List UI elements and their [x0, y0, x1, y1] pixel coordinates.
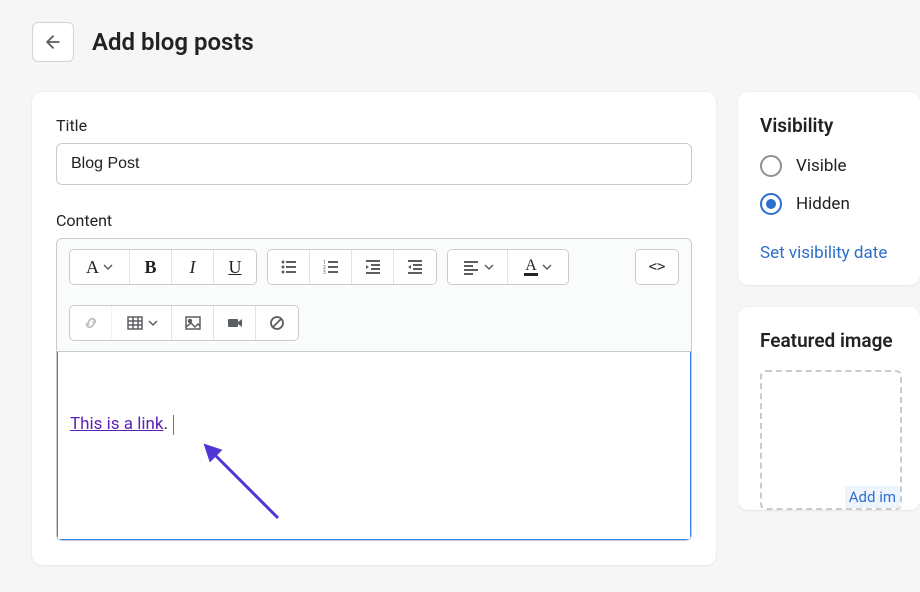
image-icon [184, 314, 202, 332]
outdent-button[interactable] [352, 250, 394, 284]
arrow-left-icon [43, 32, 63, 52]
title-input[interactable] [56, 143, 692, 185]
video-icon [226, 314, 244, 332]
visibility-title: Visibility [760, 114, 902, 137]
rich-text-editor: A B I U 123 [56, 238, 692, 541]
chevron-down-icon [148, 318, 158, 328]
content-text: . [164, 414, 168, 434]
clear-format-icon [268, 314, 286, 332]
italic-button[interactable]: I [172, 250, 214, 284]
text-cursor [173, 415, 174, 435]
featured-image-dropzone[interactable]: Add im [760, 370, 902, 510]
clear-formatting-button[interactable] [256, 306, 298, 340]
visibility-option-visible[interactable]: Visible [760, 155, 902, 177]
bullet-list-icon [280, 258, 298, 276]
text-color-dropdown[interactable]: A [508, 250, 568, 284]
editor-toolbar: A B I U 123 [57, 239, 691, 352]
chevron-down-icon [542, 262, 552, 272]
page-title: Add blog posts [92, 28, 254, 56]
indent-icon [406, 258, 424, 276]
main-card: Title Content A B I U [32, 92, 716, 565]
outdent-icon [364, 258, 382, 276]
link-icon [82, 314, 100, 332]
visibility-card: Visibility Visible Hidden Set visibility… [738, 92, 920, 285]
numbered-list-icon: 123 [322, 258, 340, 276]
content-link[interactable]: This is a link [70, 414, 164, 434]
code-icon: <> [649, 259, 666, 275]
indent-button[interactable] [394, 250, 436, 284]
bold-button[interactable]: B [130, 250, 172, 284]
svg-text:3: 3 [323, 270, 326, 276]
radio-label: Visible [796, 156, 847, 176]
video-button[interactable] [214, 306, 256, 340]
set-visibility-date-link[interactable]: Set visibility date [760, 243, 887, 263]
chevron-down-icon [103, 262, 113, 272]
chevron-down-icon [484, 262, 494, 272]
radio-label: Hidden [796, 194, 850, 214]
bullet-list-button[interactable] [268, 250, 310, 284]
numbered-list-button[interactable]: 123 [310, 250, 352, 284]
image-button[interactable] [172, 306, 214, 340]
paragraph-style-dropdown[interactable]: A [70, 250, 130, 284]
table-dropdown[interactable] [112, 306, 172, 340]
alignment-dropdown[interactable] [448, 250, 508, 284]
editor-content-area[interactable]: This is a link. [56, 351, 692, 541]
italic-icon: I [190, 257, 196, 278]
underline-button[interactable]: U [214, 250, 256, 284]
title-label: Title [56, 116, 692, 135]
annotation-arrow-icon [198, 438, 288, 528]
visibility-option-hidden[interactable]: Hidden [760, 193, 902, 215]
radio-checked-icon [760, 193, 782, 215]
radio-icon [760, 155, 782, 177]
add-image-button[interactable]: Add im [845, 486, 900, 508]
table-icon [126, 314, 144, 332]
page-header: Add blog posts [0, 0, 920, 76]
underline-icon: U [229, 257, 242, 278]
featured-image-title: Featured image [760, 329, 902, 352]
featured-image-card: Featured image Add im [738, 307, 920, 510]
content-label: Content [56, 211, 692, 230]
html-view-button[interactable]: <> [636, 250, 678, 284]
font-a-icon: A [86, 257, 99, 278]
text-color-icon: A [524, 259, 538, 276]
back-button[interactable] [32, 22, 74, 62]
link-button[interactable] [70, 306, 112, 340]
bold-icon: B [144, 257, 156, 278]
align-left-icon [462, 258, 480, 276]
